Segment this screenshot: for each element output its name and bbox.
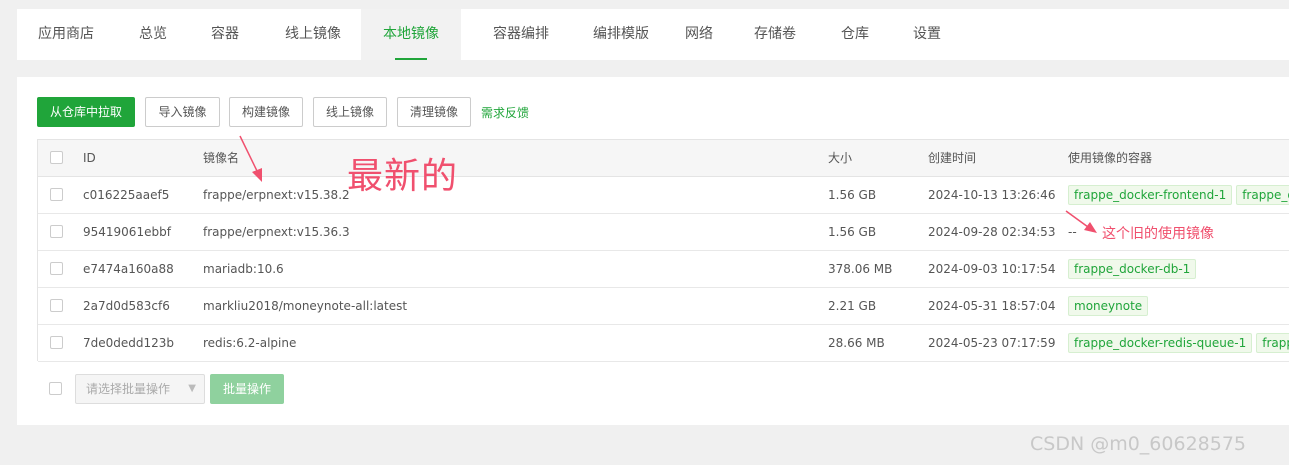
- header-id: ID: [83, 151, 96, 165]
- image-size: 1.56 GB: [828, 225, 877, 239]
- row-checkbox[interactable]: [50, 299, 63, 312]
- tab-volumes[interactable]: 存储卷: [743, 9, 807, 60]
- batch-action-select[interactable]: 请选择批量操作 ▼: [75, 374, 205, 404]
- image-created: 2024-05-31 18:57:04: [928, 299, 1056, 313]
- import-image-button[interactable]: 导入镜像: [145, 97, 220, 127]
- header-name: 镜像名: [203, 151, 240, 165]
- image-created: 2024-05-23 07:17:59: [928, 336, 1056, 350]
- header-containers: 使用镜像的容器: [1068, 151, 1153, 165]
- watermark: CSDN @m0_60628575: [1030, 433, 1247, 455]
- table-row[interactable]: 2a7d0d583cf6 markliu2018/moneynote-all:l…: [38, 288, 1289, 325]
- image-name: mariadb:10.6: [203, 262, 284, 276]
- row-checkbox[interactable]: [50, 262, 63, 275]
- tab-compose[interactable]: 容器编排: [471, 9, 571, 60]
- table-row[interactable]: 7de0dedd123b redis:6.2-alpine 28.66 MB 2…: [38, 325, 1289, 362]
- tab-local-images[interactable]: 本地镜像: [361, 9, 461, 60]
- image-name: redis:6.2-alpine: [203, 336, 297, 350]
- no-containers-text: --: [1068, 225, 1077, 239]
- image-created: 2024-09-28 02:34:53: [928, 225, 1056, 239]
- image-size: 378.06 MB: [828, 262, 893, 276]
- header-size: 大小: [828, 151, 853, 165]
- annotation-old-image: 这个旧的使用镜像: [1102, 226, 1214, 242]
- container-tags: frappe_docker-db-1: [1068, 259, 1200, 279]
- tab-compose-templates[interactable]: 编排模版: [571, 9, 671, 60]
- select-all-checkbox[interactable]: [50, 151, 63, 164]
- tab-network[interactable]: 网络: [671, 9, 727, 60]
- image-size: 1.56 GB: [828, 188, 877, 202]
- build-image-button[interactable]: 构建镜像: [229, 97, 303, 127]
- header-created: 创建时间: [928, 151, 977, 165]
- batch-action-placeholder: 请选择批量操作: [86, 382, 171, 396]
- image-id: e7474a160a88: [83, 262, 174, 276]
- tab-registry[interactable]: 仓库: [823, 9, 887, 60]
- image-name: frappe/erpnext:v15.36.3: [203, 225, 350, 239]
- tab-online-images[interactable]: 线上镜像: [273, 9, 353, 60]
- container-tags: frappe_docker-frontend-1frappe_do: [1068, 185, 1289, 205]
- container-tag[interactable]: frappe: [1256, 333, 1289, 353]
- row-checkbox[interactable]: [50, 225, 63, 238]
- tab-app-store[interactable]: 应用商店: [27, 9, 105, 60]
- image-id: 2a7d0d583cf6: [83, 299, 170, 313]
- container-tag[interactable]: frappe_do: [1236, 185, 1289, 205]
- annotation-newest: 最新的: [347, 156, 459, 197]
- image-name: frappe/erpnext:v15.38.2: [203, 188, 350, 202]
- image-id: 95419061ebbf: [83, 225, 171, 239]
- image-size: 2.21 GB: [828, 299, 877, 313]
- chevron-down-icon: ▼: [188, 383, 196, 394]
- tab-overview[interactable]: 总览: [121, 9, 185, 60]
- online-image-button[interactable]: 线上镜像: [313, 97, 387, 127]
- image-created: 2024-09-03 10:17:54: [928, 262, 1056, 276]
- container-tag[interactable]: frappe_docker-redis-queue-1: [1068, 333, 1253, 353]
- image-created: 2024-10-13 13:26:46: [928, 188, 1056, 202]
- row-checkbox[interactable]: [50, 188, 63, 201]
- image-size: 28.66 MB: [828, 336, 885, 350]
- tab-settings[interactable]: 设置: [895, 9, 959, 60]
- batch-action-button[interactable]: 批量操作: [210, 374, 284, 404]
- tab-containers[interactable]: 容器: [193, 9, 257, 60]
- footer-select-all-checkbox[interactable]: [49, 382, 62, 395]
- images-table: ID 镜像名 大小 创建时间 使用镜像的容器 c016225aaef5 frap…: [37, 139, 1289, 362]
- container-tag[interactable]: frappe_docker-db-1: [1068, 259, 1197, 279]
- row-checkbox[interactable]: [50, 336, 63, 349]
- table-row[interactable]: e7474a160a88 mariadb:10.6 378.06 MB 2024…: [38, 251, 1289, 288]
- feedback-link[interactable]: 需求反馈: [481, 104, 529, 121]
- image-name: markliu2018/moneynote-all:latest: [203, 299, 408, 313]
- container-tag[interactable]: moneynote: [1068, 296, 1149, 316]
- image-id: c016225aaef5: [83, 188, 170, 202]
- clean-images-button[interactable]: 清理镜像: [397, 97, 471, 127]
- pull-from-registry-button[interactable]: 从仓库中拉取: [37, 97, 135, 127]
- container-tags: frappe_docker-redis-queue-1frappe: [1068, 333, 1289, 353]
- container-tag[interactable]: frappe_docker-frontend-1: [1068, 185, 1233, 205]
- image-id: 7de0dedd123b: [83, 336, 175, 350]
- table-row[interactable]: c016225aaef5 frappe/erpnext:v15.38.2 1.5…: [38, 177, 1289, 214]
- table-header: ID 镜像名 大小 创建时间 使用镜像的容器: [38, 140, 1289, 177]
- container-tags: moneynote: [1068, 296, 1152, 316]
- tab-bar: 应用商店 总览 容器 线上镜像 本地镜像 容器编排 编排模版 网络 存储卷 仓库…: [17, 9, 1289, 60]
